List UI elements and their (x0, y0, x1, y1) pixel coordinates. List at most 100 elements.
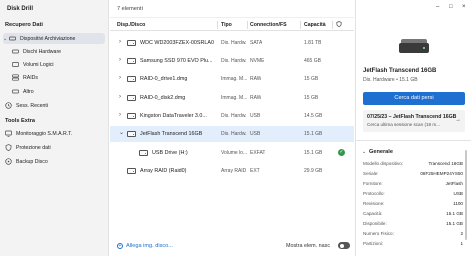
sidebar-item-label: Dispositivi Archiviazione (20, 35, 76, 42)
chevron-right-icon[interactable]: › (119, 57, 121, 63)
property-row: Modello dispositivo: Transcend 16GB (363, 161, 463, 169)
usb-drive-icon (127, 113, 136, 119)
sidebar-item-label: Dischi Hardware (23, 48, 62, 55)
table-row-child[interactable]: USB Drive (H:) Volume lo... EXFAT 15.1 G… (110, 145, 354, 161)
property-value: 15.1 GB (446, 211, 463, 216)
table-row[interactable]: › RAID-0_drive1.dmg Immag. M... RAW 15 G… (110, 71, 354, 87)
column-divider (332, 21, 333, 29)
device-type: Array RAID (221, 168, 247, 174)
device-capacity: 465 GB (304, 58, 321, 64)
device-connection: USB (250, 113, 261, 119)
section-tools-label: Tools Extra (5, 118, 36, 124)
chevron-right-icon[interactable]: › (119, 94, 121, 100)
column-header-type[interactable]: Tipo (221, 22, 232, 28)
device-name: Samsung SSD 970 EVO Plu... (140, 58, 213, 64)
disk-image-icon (127, 95, 136, 101)
sidebar-item-label: Protezione dati (16, 144, 51, 151)
property-key: Fornitore: (363, 181, 383, 186)
disk-icon (12, 48, 19, 55)
chevron-right-icon[interactable]: › (119, 39, 121, 45)
show-hidden-toggle[interactable] (338, 242, 350, 249)
maximize-icon[interactable]: □ (449, 4, 453, 10)
table-row[interactable]: › Kingston DataTraveler 3.0... Dis. Hard… (110, 108, 354, 124)
attach-disk-image-link[interactable]: + Allega img. disco... (117, 243, 173, 249)
property-value: 15.1 GB (446, 221, 463, 226)
device-title: JetFlash Transcend 16GB (363, 68, 437, 74)
device-capacity: 15.1 GB (304, 150, 323, 156)
property-row: Capacità: 15.1 GB (363, 211, 463, 219)
property-key: Protocollo: (363, 191, 385, 196)
clock-icon (5, 102, 12, 109)
sidebar-item-other[interactable]: Altro (12, 86, 105, 97)
sidebar-item-label: Volumi Logici (23, 61, 54, 68)
property-key: Capacità: (363, 211, 383, 216)
chevron-down-icon[interactable]: ⌄ (362, 149, 366, 155)
property-value: 1100 (453, 201, 463, 206)
property-row: Revisione: 1100 (363, 201, 463, 209)
device-type: Dis. Hardw... (221, 113, 247, 119)
property-key: Partizioni: (363, 241, 384, 246)
device-connection: RAW (250, 76, 262, 82)
storage-icon (9, 35, 16, 42)
property-value: 08F25HEMP24YS50 (420, 171, 463, 176)
search-lost-data-button[interactable]: Cerca dati persi (363, 92, 465, 105)
sidebar-item-logical-volumes[interactable]: Volumi Logici (12, 59, 105, 70)
property-row: Partizioni: 1 (363, 241, 463, 249)
device-name: Kingston DataTraveler 3.0... (140, 113, 207, 119)
general-section-label[interactable]: Generale (369, 149, 393, 155)
sidebar-item-data-protection[interactable]: Protezione dati (5, 142, 105, 153)
recent-session-card[interactable]: 07/25/23 – JetFlash Transcend 16GB Cerca… (363, 110, 465, 132)
sidebar-item-smart-monitoring[interactable]: Monitoraggio S.M.A.R.T. (5, 128, 105, 139)
device-connection: NVME (250, 58, 265, 64)
device-name: RAID-0_disk2.dmg (140, 95, 186, 101)
details-panel: – □ × JetFlash Transcend 16GB Dis. Hardw… (355, 0, 471, 256)
table-row[interactable]: › WDC WD2003FZEX-00SRLA0 Dis. Hardw... S… (110, 35, 354, 51)
device-type: Dis. Hardw... (221, 131, 247, 137)
sidebar-item-storage-devices[interactable]: ⌄ Dispositivi Archiviazione (3, 33, 105, 44)
sidebar-item-raids[interactable]: RAIDs (12, 72, 105, 83)
column-header-device[interactable]: Disp./Disco (117, 22, 145, 28)
device-type: Dis. Hardw... (221, 40, 247, 46)
raid-icon (12, 74, 19, 81)
sidebar-item-recent-sessions[interactable]: Sess. Recenti (5, 100, 105, 111)
usb-drive-icon (399, 39, 429, 55)
device-connection: EXFAT (250, 150, 266, 156)
device-name: JetFlash Transcend 16GB (140, 131, 203, 137)
protected-check-icon: ✓ (338, 149, 345, 156)
device-type: Immag. M... (221, 76, 247, 82)
details-scrollbar[interactable] (465, 150, 467, 240)
device-capacity: 15 GB (304, 76, 319, 82)
property-row: Protocollo: USB (363, 191, 463, 199)
property-row: Disponibile: 15.1 GB (363, 221, 463, 229)
table-row[interactable]: › RAID-0_disk2.dmg Immag. M... RAW 15 GB (110, 90, 354, 106)
chevron-right-icon[interactable]: › (119, 112, 121, 118)
sidebar-item-label: RAIDs (23, 74, 38, 81)
column-divider (300, 21, 301, 29)
device-connection: USB (250, 131, 261, 137)
device-capacity: 15.1 GB (304, 131, 323, 137)
property-key: Revisione: (363, 201, 385, 206)
device-capacity: 14.5 GB (304, 113, 323, 119)
property-value: 2 (460, 231, 463, 236)
property-row: Numero Fisico: 2 (363, 231, 463, 239)
column-header-capacity[interactable]: Capacità (304, 22, 326, 28)
minimize-icon[interactable]: – (436, 4, 439, 10)
shield-icon (5, 144, 12, 151)
device-name: Array RAID (Raid0) (140, 168, 187, 174)
other-icon (12, 88, 19, 95)
chevron-down-icon[interactable]: ⌄ (119, 129, 124, 136)
table-row[interactable]: Array RAID (Raid0) Array RAID EXT 29.9 G… (110, 163, 354, 179)
protection-column-icon (336, 21, 342, 29)
sidebar-item-label: Backup Disco (16, 158, 48, 165)
sidebar-item-disk-backup[interactable]: Backup Disco (5, 156, 105, 167)
sidebar: Disk Drill Recupero Dati ⌄ Dispositivi A… (0, 0, 109, 256)
sidebar-item-hardware-disks[interactable]: Dischi Hardware (12, 46, 105, 57)
chevron-right-icon[interactable]: › (119, 75, 121, 81)
device-subtitle: Dis. Hardware • 15.1 GB (363, 77, 418, 83)
table-row[interactable]: › Samsung SSD 970 EVO Plu... Dis. Hardw.… (110, 53, 354, 69)
device-capacity: 29.9 GB (304, 168, 323, 174)
table-row-selected[interactable]: ⌄ JetFlash Transcend 16GB Dis. Hardw... … (110, 126, 354, 142)
chevron-down-icon[interactable]: ⌄ (3, 36, 8, 42)
column-header-connection[interactable]: Connection/FS (250, 22, 287, 28)
close-icon[interactable]: × (462, 4, 466, 10)
